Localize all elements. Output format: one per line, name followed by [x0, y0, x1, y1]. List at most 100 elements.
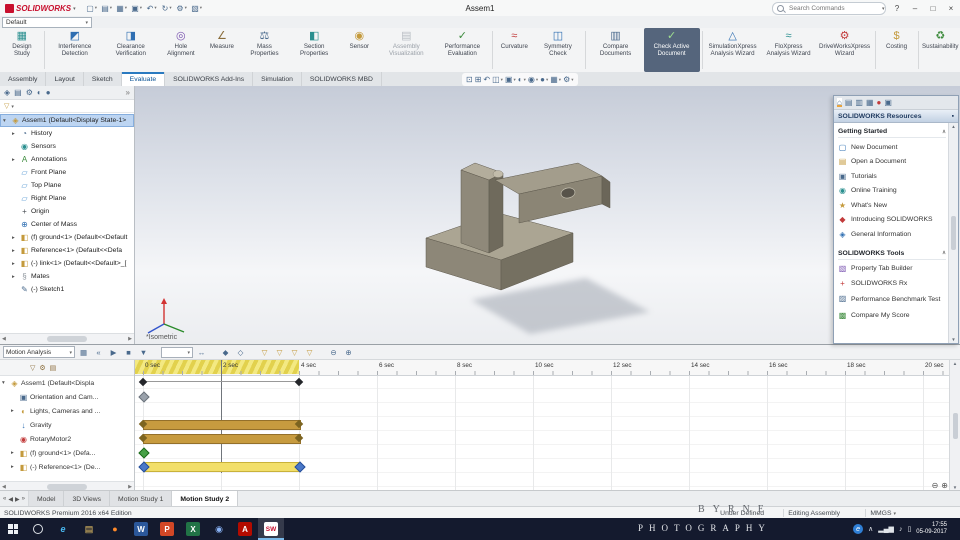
- auto-key-icon[interactable]: ◇: [234, 347, 247, 358]
- search-caret-icon[interactable]: [882, 5, 885, 12]
- expander-icon[interactable]: [11, 408, 17, 414]
- tray-browser-icon[interactable]: e: [853, 524, 864, 534]
- search-input[interactable]: [787, 4, 879, 13]
- solidworks-logo[interactable]: SOLIDWORKS: [0, 3, 81, 13]
- motion-row-lights-cameras[interactable]: ◐ Lights, Cameras and ...: [0, 404, 134, 418]
- design-library-tab-icon[interactable]: ▤: [845, 98, 853, 107]
- solidworks-resources-tab-icon[interactable]: ⌂: [837, 98, 842, 107]
- taskbar-clock[interactable]: 17:55 05-09-2017: [916, 522, 947, 536]
- first-tab-icon[interactable]: «: [3, 496, 6, 502]
- help-button[interactable]: ?: [890, 2, 904, 14]
- taskbar-icon-excel[interactable]: X: [180, 518, 206, 540]
- tab-3d-views[interactable]: 3D Views: [64, 491, 111, 507]
- new-document-button[interactable]: ▢: [85, 2, 99, 14]
- timeline-bar-rotary-motor[interactable]: [143, 434, 301, 444]
- taskbar-icon-chrome[interactable]: ◉: [206, 518, 232, 540]
- save-button[interactable]: ▦: [115, 2, 129, 14]
- scrollbar-thumb[interactable]: [951, 216, 956, 250]
- minimize-button[interactable]: –: [906, 0, 924, 16]
- print-button[interactable]: ▣: [130, 2, 144, 14]
- taskbar-icon-solidworks[interactable]: SW: [258, 518, 284, 540]
- configuration-select[interactable]: Default: [2, 16, 92, 28]
- network-icon[interactable]: ▂▄▆: [878, 525, 894, 533]
- tab-sketch[interactable]: Sketch: [84, 72, 122, 86]
- scrollbar-thumb[interactable]: [47, 483, 87, 490]
- driveworksxpress-wizard-button[interactable]: ⚙ DriveWorksXpress Wizard: [817, 28, 873, 72]
- file-explorer-tab-icon[interactable]: ▥: [855, 98, 863, 107]
- undo-button[interactable]: ↶: [145, 2, 159, 14]
- taskpane-item-introducing-solidworks[interactable]: ◆ Introducing SOLIDWORKS: [838, 213, 946, 228]
- options-button[interactable]: ⚙: [175, 2, 189, 14]
- simulationxpress-wizard-button[interactable]: △ SimulationXpress Analysis Wizard: [705, 28, 761, 72]
- add-key-icon[interactable]: ◆: [219, 347, 232, 358]
- taskpane-item-whats-new[interactable]: ★ What's New: [838, 198, 946, 213]
- section-solidworks-tools[interactable]: SOLIDWORKS Tools: [838, 250, 946, 260]
- filter-caret-icon[interactable]: [11, 103, 14, 110]
- expander-icon[interactable]: [3, 118, 9, 124]
- hide-show-items-icon[interactable]: ◉: [528, 75, 538, 84]
- expander-icon[interactable]: [11, 464, 17, 470]
- file-properties-button[interactable]: ▧: [190, 2, 204, 14]
- timeline-zoom-out-icon[interactable]: ⊖: [327, 347, 340, 358]
- tab-solidworks-mbd[interactable]: SOLIDWORKS MBD: [302, 72, 382, 86]
- feature-tree-hscrollbar[interactable]: ◀ ▶: [0, 333, 134, 344]
- tab-assembly[interactable]: Assembly: [0, 72, 47, 86]
- filter-driving-icon[interactable]: ▽: [273, 347, 286, 358]
- tree-item-link-component[interactable]: ◧(-) link<1> (Default<<Default>_[: [0, 257, 134, 270]
- costing-button[interactable]: $ Costing: [878, 28, 916, 72]
- volume-icon[interactable]: ♪: [899, 526, 903, 533]
- expander-icon[interactable]: [12, 235, 18, 241]
- configurationmanager-tab-icon[interactable]: ⚙: [26, 88, 33, 97]
- interference-detection-button[interactable]: ◩ Interference Detection: [47, 28, 103, 72]
- hole-alignment-button[interactable]: ◎ Hole Alignment: [159, 28, 203, 72]
- custom-properties-tab-icon[interactable]: ▣: [884, 98, 892, 107]
- edit-appearance-icon[interactable]: ●: [540, 75, 548, 84]
- tab-layout[interactable]: Layout: [46, 72, 84, 86]
- tab-motion-study-1[interactable]: Motion Study 1: [110, 491, 173, 507]
- time-cursor[interactable]: [221, 360, 222, 473]
- section-properties-button[interactable]: ◧ Section Properties: [288, 28, 340, 72]
- last-tab-icon[interactable]: »: [22, 496, 25, 502]
- task-pane-scrollbar[interactable]: ▲ ▼: [948, 123, 958, 343]
- play-from-start-icon[interactable]: «: [92, 347, 105, 358]
- taskbar-icon-file-explorer[interactable]: ▤: [76, 518, 102, 540]
- taskpane-item-property-tab-builder[interactable]: ▧ Property Tab Builder: [838, 262, 946, 277]
- section-getting-started[interactable]: Getting Started: [838, 128, 946, 138]
- tree-item-center-of-mass[interactable]: ⊕ Center of Mass: [0, 218, 134, 231]
- playback-mode-icon[interactable]: ↔: [195, 347, 208, 358]
- compare-documents-button[interactable]: ▥ Compare Documents: [588, 28, 644, 72]
- curvature-button[interactable]: ≈ Curvature: [495, 28, 533, 72]
- propertymanager-tab-icon[interactable]: ▤: [14, 88, 22, 97]
- mass-properties-button[interactable]: ⚖ Mass Properties: [241, 28, 288, 72]
- taskbar-icon-acrobat[interactable]: A: [232, 518, 258, 540]
- timescale-zoom-in-icon[interactable]: ⊕: [941, 481, 948, 490]
- design-study-button[interactable]: ▦ Design Study: [2, 28, 42, 72]
- filter-icon[interactable]: ▽: [4, 102, 9, 110]
- motion-row-orientation-camera[interactable]: ▣ Orientation and Cam...: [0, 390, 134, 404]
- tree-item-annotations[interactable]: AAnnotations: [0, 153, 134, 166]
- filter-results-icon[interactable]: ▽: [303, 347, 316, 358]
- motion-list-icon[interactable]: ▤: [50, 364, 57, 372]
- dimxpertmanager-tab-icon[interactable]: ◐: [37, 88, 42, 97]
- taskpane-item-online-training[interactable]: ◉ Online Training: [838, 184, 946, 199]
- taskbar-icon-powerpoint[interactable]: P: [154, 518, 180, 540]
- rebuild-button[interactable]: ↻: [160, 2, 174, 14]
- motion-row-rotary-motor[interactable]: ◉ RotaryMotor2: [0, 432, 134, 446]
- filter-selected-icon[interactable]: ▽: [288, 347, 301, 358]
- tree-item-ground-component[interactable]: ◧(f) ground<1> (Default<<Default: [0, 231, 134, 244]
- tab-motion-study-2[interactable]: Motion Study 2: [172, 491, 239, 507]
- tree-item-top-plane[interactable]: ▱ Top Plane: [0, 179, 134, 192]
- apply-scene-icon[interactable]: ▦: [550, 75, 561, 84]
- motion-row-reference-component[interactable]: ◧(-) Reference<1> (De...: [0, 460, 134, 474]
- motion-filter-icon[interactable]: ▽: [30, 364, 35, 372]
- clearance-verification-button[interactable]: ◨ Clearance Verification: [103, 28, 159, 72]
- floxpress-wizard-button[interactable]: ≈ FloXpress Analysis Wizard: [761, 28, 817, 72]
- stop-icon[interactable]: ■: [122, 347, 135, 358]
- previous-view-icon[interactable]: ↶: [483, 75, 490, 84]
- filter-animation-icon[interactable]: ▽: [258, 347, 271, 358]
- motion-row-gravity[interactable]: ↓ Gravity: [0, 418, 134, 432]
- taskpane-item-new-document[interactable]: ▢ New Document: [838, 140, 946, 155]
- taskpane-item-general-information[interactable]: ◈ General Information: [838, 227, 946, 242]
- tree-item-front-plane[interactable]: ▱ Front Plane: [0, 166, 134, 179]
- search-commands-box[interactable]: [772, 2, 886, 15]
